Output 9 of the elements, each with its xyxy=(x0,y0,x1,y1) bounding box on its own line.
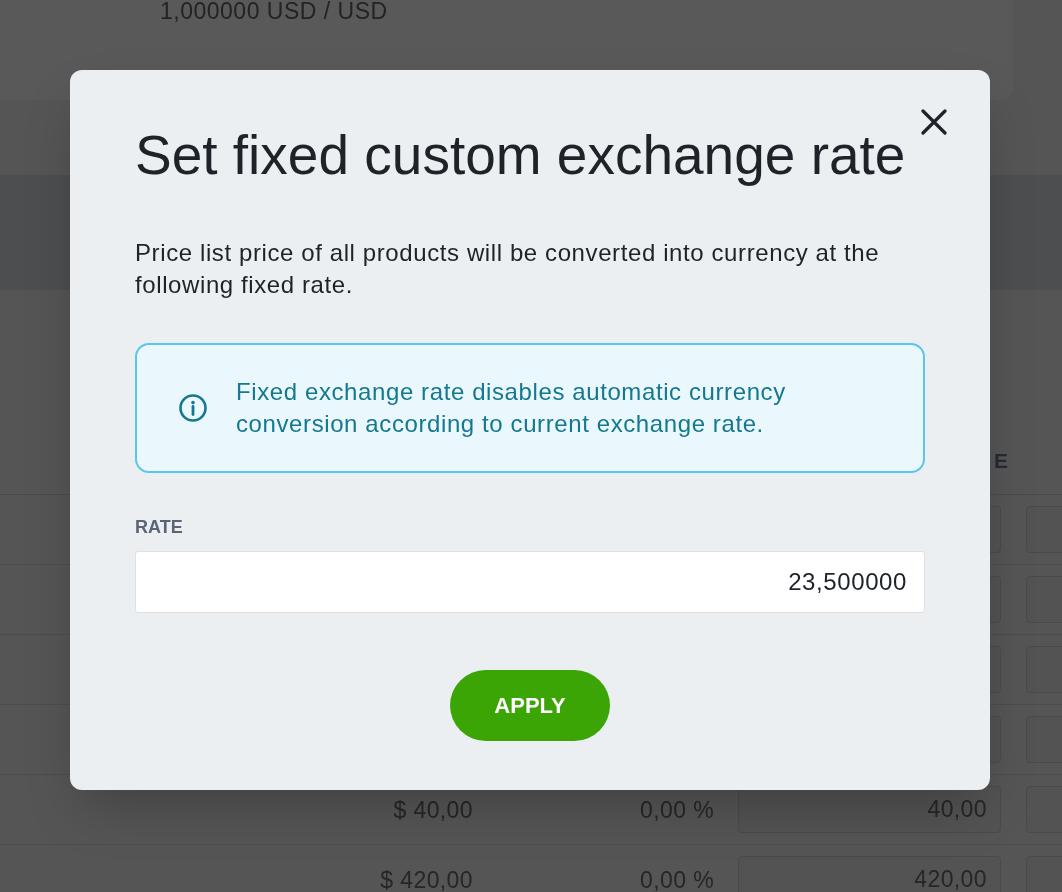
field-label: RATE xyxy=(135,517,184,537)
dialog-description: Price list price of all products will be converted into currency at the following fixed rate. xyxy=(135,238,881,300)
dialog-title: Set fixed custom exchange rate xyxy=(135,125,907,185)
close-button[interactable] xyxy=(919,107,949,137)
close-icon xyxy=(921,109,947,135)
info-icon xyxy=(179,394,207,422)
rate-input[interactable]: 23,500000 xyxy=(135,551,925,613)
info-text: Fixed exchange rate disables automatic currency conversion according to current exchange rate. xyxy=(236,377,787,439)
apply-button[interactable]: APPLY xyxy=(450,670,610,741)
